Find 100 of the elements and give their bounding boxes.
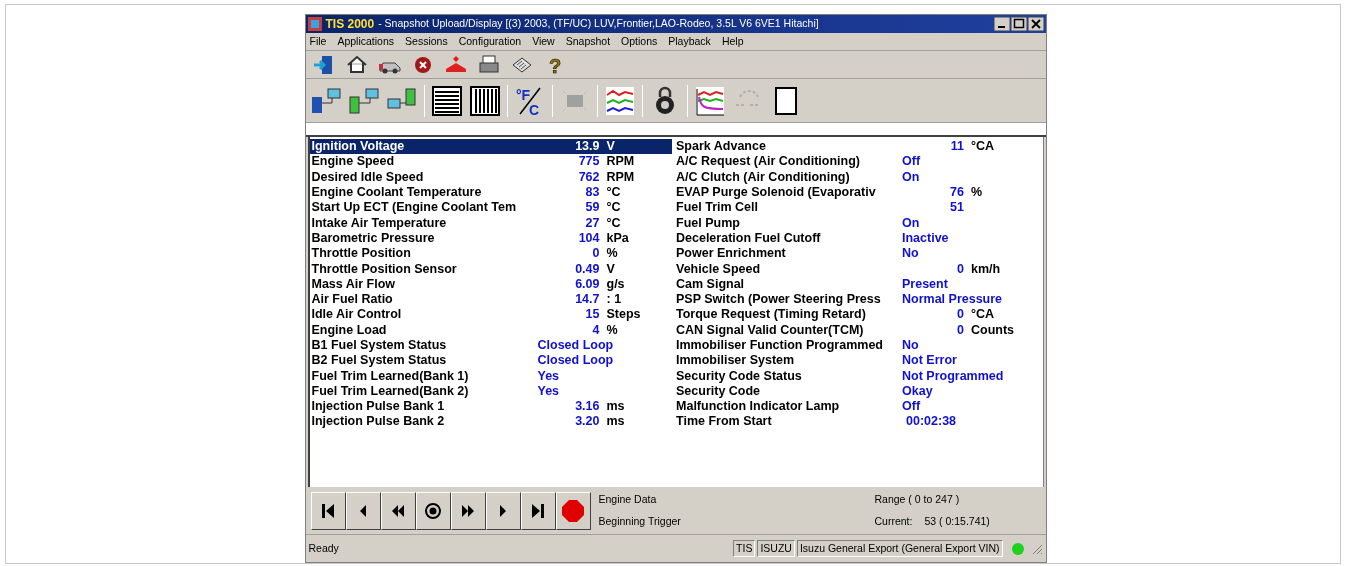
playback-button[interactable] <box>345 491 381 530</box>
menu-item[interactable]: Snapshot <box>565 33 611 50</box>
playback-button[interactable] <box>450 491 486 530</box>
menu-item[interactable]: Sessions <box>405 33 448 50</box>
menu-item[interactable]: View <box>532 33 555 50</box>
data-row[interactable]: Engine Load 4 % <box>309 322 672 338</box>
data-row[interactable]: Throttle Position Sensor 0.49 V <box>309 261 672 277</box>
data-row[interactable]: Torque Request (Timing Retard) 0 °CA <box>674 307 1043 323</box>
record-icon <box>423 500 443 521</box>
data-row[interactable]: Malfunction Indicator Lamp Off <box>674 399 1043 415</box>
stop-button[interactable] <box>555 491 591 530</box>
menu-item[interactable]: Playback <box>668 33 711 50</box>
menu-item[interactable]: Help <box>721 33 744 50</box>
data-row[interactable]: Intake Air Temperature 27 °C <box>309 215 672 231</box>
parameter-name: Spark Advance <box>675 139 767 155</box>
unit-text: % <box>606 246 618 262</box>
menu-item[interactable]: Configuration <box>458 33 522 50</box>
value-text: Not Error <box>902 353 957 369</box>
data-row[interactable]: Fuel Trim Learned(Bank 2) Yes <box>309 383 672 400</box>
list-grid-icon[interactable] <box>430 84 463 117</box>
parameter-name: Cam Signal <box>675 276 746 292</box>
value-text: Closed Loop <box>537 353 614 369</box>
parameter-name: Injection Pulse Bank 2 <box>310 414 446 430</box>
data-row[interactable]: B1 Fuel System Status Closed Loop <box>309 337 672 354</box>
data-row[interactable]: A/C Request (Air Conditioning) Off <box>674 154 1043 170</box>
unit-text: : 1 <box>606 292 622 308</box>
parameter-name: Security Code <box>675 383 762 399</box>
data-row[interactable]: Engine Speed 775 RPM <box>309 154 672 170</box>
data-row[interactable]: EVAP Purge Solenoid (Evaporativ 76 % <box>674 184 1043 201</box>
parameter-name: Fuel Trim Learned(Bank 1) <box>310 368 470 384</box>
data-row[interactable]: Fuel Pump On <box>674 215 1043 231</box>
window-title: - Snapshot Upload/Display [(3) 2003, (TF/UC) LUV,Frontier,LAO-Rodeo, 3.5L V6 6VE1 Hitachi] <box>378 16 819 32</box>
data-row[interactable]: PSP Switch (Power Steering Press Normal Pressure <box>674 291 1043 308</box>
data-row[interactable]: Vehicle Speed 0 km/h <box>674 261 1043 277</box>
menu-item[interactable]: File <box>309 33 327 50</box>
line-graph-icon[interactable] <box>603 84 636 117</box>
value-text: 775 <box>577 154 600 170</box>
data-row[interactable]: Time From Start 00:02:38 <box>674 414 1043 430</box>
parameter-name: Deceleration Fuel Cutoff <box>675 230 822 246</box>
data-row[interactable]: Immobiliser System Not Error <box>674 353 1043 369</box>
resize-grip-icon[interactable] <box>1030 542 1043 555</box>
unit-text: ms <box>606 399 625 415</box>
unit-text: Counts <box>971 322 1015 338</box>
data-row[interactable]: Start Up ECT (Engine Coolant Tem 59 °C <box>309 200 672 216</box>
value-text: Off <box>902 399 921 415</box>
unit-text: °C <box>606 200 621 216</box>
data-row[interactable]: CAN Signal Valid Counter(TCM) 0 Counts <box>674 322 1043 338</box>
data-row[interactable]: Engine Coolant Temperature 83 °C <box>309 184 672 201</box>
parameter-name: Vehicle Speed <box>675 261 762 277</box>
unit-text: km/h <box>971 261 1001 277</box>
playback-button[interactable] <box>520 491 556 530</box>
parameter-name: Barometric Pressure <box>310 230 436 246</box>
parameter-name: Torque Request (Timing Retard) <box>675 307 867 323</box>
playback-button[interactable] <box>415 491 451 530</box>
selected-data-row[interactable]: Ignition Voltage 13.9 V <box>309 139 672 155</box>
data-row[interactable]: Cam Signal Present <box>674 276 1043 292</box>
maximize-icon[interactable] <box>1010 17 1027 31</box>
playback-button[interactable] <box>310 491 346 530</box>
data-row[interactable]: Air Fuel Ratio 14.7 : 1 <box>309 291 672 308</box>
data-label: Engine Data <box>598 491 658 507</box>
playback-button[interactable] <box>485 491 521 530</box>
data-row[interactable]: Power Enrichment No <box>674 246 1043 262</box>
data-row[interactable]: Immobiliser Function Programmed No <box>674 337 1043 354</box>
data-row[interactable]: Security Code Status Not Programmed <box>674 368 1043 384</box>
data-row[interactable]: Security Code Okay <box>674 383 1043 400</box>
menu-item[interactable]: Options <box>621 33 658 50</box>
line-graph-icon[interactable] <box>693 84 726 117</box>
minimize-icon[interactable] <box>993 17 1010 31</box>
value-text: Off <box>902 154 921 170</box>
playback-button[interactable] <box>380 491 416 530</box>
status-light-icon <box>1010 541 1025 556</box>
unit-text: °C <box>606 185 621 201</box>
data-row[interactable]: Desired Idle Speed 762 RPM <box>309 169 672 185</box>
value-text: Yes <box>537 383 560 399</box>
data-row[interactable]: Deceleration Fuel Cutoff Inactive <box>674 230 1043 247</box>
value-text: Not Programmed <box>902 368 1004 384</box>
data-row[interactable]: Fuel Trim Cell 51 <box>674 200 1043 216</box>
data-row[interactable]: Throttle Position 0 % <box>309 246 672 262</box>
data-row[interactable]: Injection Pulse Bank 2 3.20 ms <box>309 414 672 430</box>
trigger-label: Beginning Trigger <box>598 513 682 529</box>
data-row[interactable]: Idle Air Control 15 Steps <box>309 307 672 323</box>
current-label: Current: <box>874 513 913 529</box>
unit-text: ms <box>606 414 625 430</box>
data-row[interactable]: B2 Fuel System Status Closed Loop <box>309 353 672 369</box>
data-row[interactable]: Fuel Trim Learned(Bank 1) Yes <box>309 368 672 384</box>
data-row[interactable]: A/C Clutch (Air Conditioning) On <box>674 169 1043 185</box>
data-row[interactable]: Barometric Pressure 104 kPa <box>309 230 672 247</box>
parameter-name: Idle Air Control <box>310 307 403 323</box>
close-icon[interactable] <box>1027 17 1044 31</box>
data-row[interactable]: Mass Air Flow 6.09 g/s <box>309 276 672 292</box>
value-text: Inactive <box>902 230 949 246</box>
value-text: Closed Loop <box>537 338 614 353</box>
data-row[interactable]: Injection Pulse Bank 1 3.16 ms <box>309 399 672 415</box>
parameter-name: Engine Load <box>310 322 388 338</box>
value-text: 27 <box>584 215 600 231</box>
value-text: 59 <box>584 200 600 216</box>
app-name: TIS 2000 <box>325 16 375 33</box>
data-row[interactable]: Spark Advance 11 °CA <box>674 139 1043 155</box>
menu-item[interactable]: Applications <box>337 33 395 50</box>
column-grid-icon[interactable] <box>468 84 501 117</box>
